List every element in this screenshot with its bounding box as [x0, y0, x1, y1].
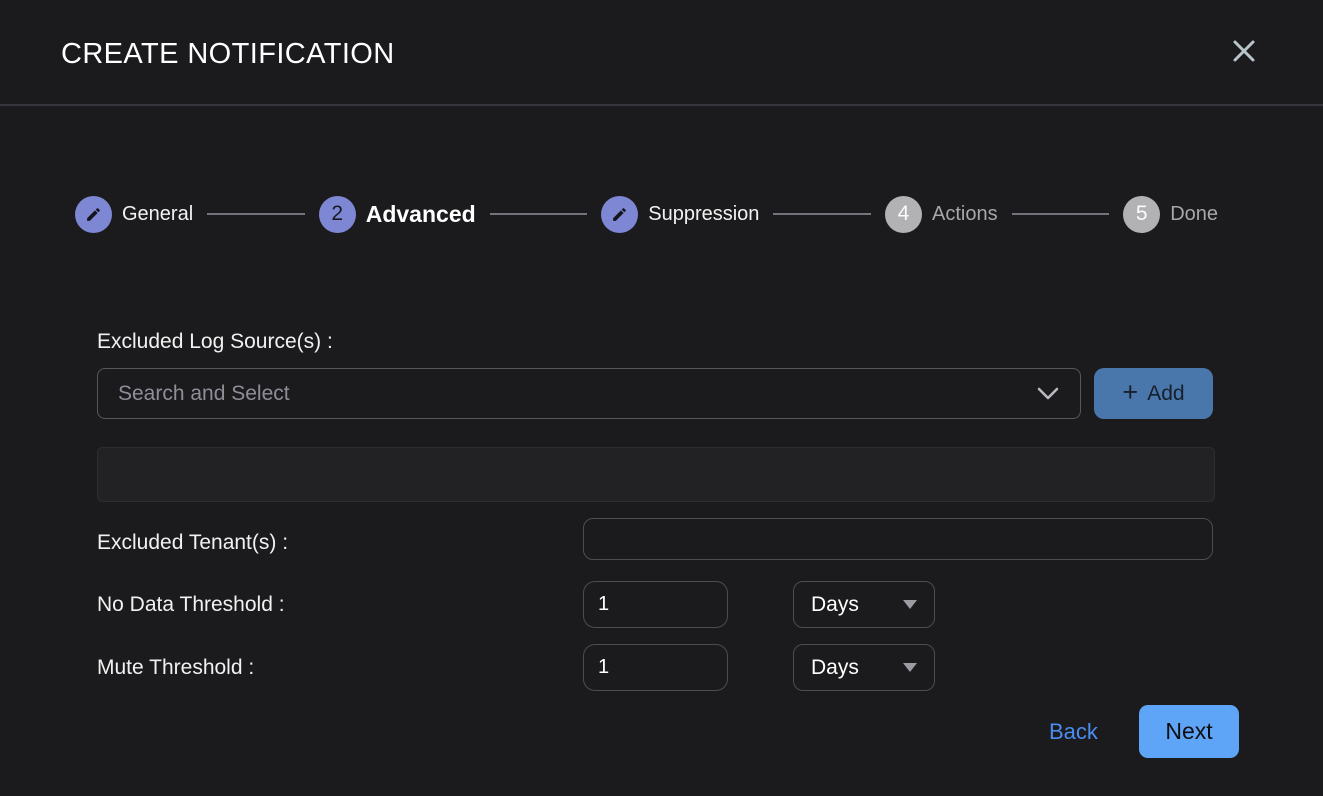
step-suppression[interactable]: Suppression: [601, 196, 759, 233]
mute-threshold-input[interactable]: [583, 644, 728, 691]
modal-title: CREATE NOTIFICATION: [61, 38, 395, 71]
mute-threshold-unit-select[interactable]: Days: [793, 644, 935, 691]
step-actions[interactable]: 4 Actions: [885, 196, 998, 233]
step-actions-label: Actions: [932, 203, 998, 226]
add-log-source-button[interactable]: + Add: [1094, 368, 1213, 419]
plus-icon: +: [1122, 379, 1138, 406]
next-button[interactable]: Next: [1139, 705, 1239, 758]
create-notification-modal: CREATE NOTIFICATION General 2: [0, 0, 1323, 796]
mute-threshold-label: Mute Threshold :: [97, 656, 254, 680]
step-done[interactable]: 5 Done: [1123, 196, 1218, 233]
no-data-threshold-input[interactable]: [583, 581, 728, 628]
no-data-threshold-unit-select[interactable]: Days: [793, 581, 935, 628]
no-data-threshold-unit-value: Days: [811, 593, 859, 617]
next-button-label: Next: [1165, 718, 1212, 745]
back-button[interactable]: Back: [1049, 719, 1098, 745]
step-advanced-label: Advanced: [366, 201, 476, 228]
chevron-down-icon: [1036, 386, 1060, 401]
step-advanced-indicator: 2: [319, 196, 356, 233]
caret-down-icon: [903, 663, 917, 672]
step-done-indicator: 5: [1123, 196, 1160, 233]
step-connector: [207, 213, 305, 215]
step-done-label: Done: [1170, 203, 1218, 226]
excluded-log-sources-label: Excluded Log Source(s) :: [97, 330, 333, 354]
step-advanced[interactable]: 2 Advanced: [319, 196, 476, 233]
step-connector: [773, 213, 871, 215]
step-advanced-number: 2: [331, 202, 343, 226]
step-suppression-label: Suppression: [648, 203, 759, 226]
excluded-tenants-input[interactable]: [583, 518, 1213, 560]
add-button-label: Add: [1147, 382, 1184, 406]
excluded-log-sources-select[interactable]: Search and Select: [97, 368, 1081, 419]
no-data-threshold-label: No Data Threshold :: [97, 593, 285, 617]
step-done-number: 5: [1136, 202, 1148, 226]
excluded-tenants-label: Excluded Tenant(s) :: [97, 531, 288, 555]
wizard-stepper: General 2 Advanced Suppression 4 Actions: [75, 195, 1218, 233]
pencil-icon: [611, 206, 628, 223]
step-connector: [490, 213, 588, 215]
step-actions-number: 4: [898, 202, 910, 226]
step-general-label: General: [122, 203, 193, 226]
step-general[interactable]: General: [75, 196, 193, 233]
caret-down-icon: [903, 600, 917, 609]
step-actions-indicator: 4: [885, 196, 922, 233]
excluded-log-sources-selected-list: [97, 447, 1215, 502]
mute-threshold-unit-value: Days: [811, 656, 859, 680]
step-suppression-indicator: [601, 196, 638, 233]
step-general-indicator: [75, 196, 112, 233]
modal-header: CREATE NOTIFICATION: [0, 0, 1323, 106]
close-button[interactable]: [1227, 34, 1261, 68]
x-icon: [1229, 36, 1259, 66]
pencil-icon: [85, 206, 102, 223]
step-connector: [1012, 213, 1110, 215]
excluded-log-sources-placeholder: Search and Select: [118, 382, 1036, 406]
